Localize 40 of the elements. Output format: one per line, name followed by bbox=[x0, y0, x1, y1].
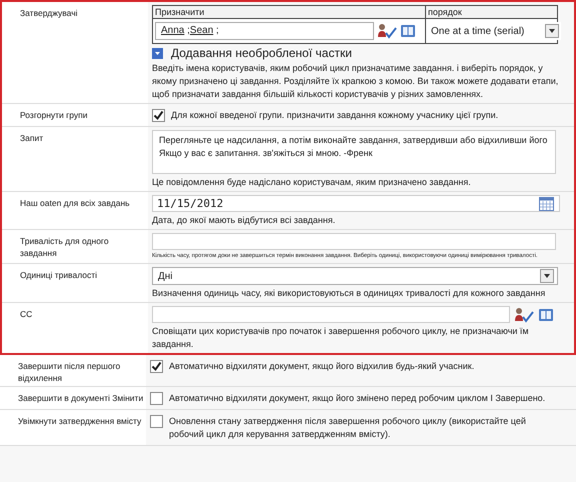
address-book-icon[interactable] bbox=[538, 308, 554, 322]
checkbox[interactable] bbox=[152, 109, 165, 122]
units-dropdown[interactable]: Дні bbox=[152, 267, 558, 285]
assignees-field[interactable]: Anna ;Sean ; bbox=[155, 22, 374, 40]
date-field[interactable]: 11/15/2012 bbox=[152, 195, 560, 212]
checkbox-label: Для кожної введеної групи. призначити завдання кожному учаснику цієї групи. bbox=[171, 109, 498, 122]
column-header: Призначити bbox=[153, 6, 426, 18]
check-names-icon[interactable] bbox=[377, 23, 397, 39]
field-label: Увімкнути затвердження вмісту bbox=[18, 416, 142, 426]
field-label: CC bbox=[20, 309, 32, 319]
field-label: Наш oaten для всіх завдань bbox=[20, 198, 130, 208]
calendar-icon[interactable] bbox=[539, 197, 554, 211]
field-description: Визначення одиниць часу, які використовуються в одиницях тривалості для кожного завдання bbox=[152, 287, 546, 300]
field-description: Це повідомлення буде надіслано користувачам, яким призначено завдання. bbox=[152, 176, 472, 189]
request-textarea[interactable]: Перегляньте це надсилання, а потім виконайте завдання, затвердивши або відхиливши його Якщо у вас є запитання. зв'яжіться зі мною. -Френк bbox=[152, 130, 556, 174]
expander-label[interactable]: Додавання необробленої частки bbox=[171, 46, 352, 60]
checkbox-label: Автоматично відхиляти документ, якщо його відхилив будь-який учасник. bbox=[169, 360, 474, 373]
field-description: Введіть імена користувачів, яким робочий цикл призначатиме завдання. і виберіть порядок, у якому призначено ці завдання. Розділяйте їх крапкою з комою. Ви також можете додавати етапи, щоб призначати завдання більшій кількості користувачів у різних замовленнях. bbox=[152, 62, 560, 101]
checkbox-label: Автоматично відхиляти документ, якщо його змінено перед робочим циклом І Завершено. bbox=[169, 392, 546, 405]
duration-field[interactable] bbox=[152, 233, 556, 250]
check-names-icon[interactable] bbox=[514, 306, 534, 322]
field-label: Завершити в документі Змінити bbox=[18, 393, 144, 403]
address-book-icon[interactable] bbox=[400, 24, 416, 38]
field-label: Одиниці тривалості bbox=[20, 270, 98, 280]
field-description: Дата, до якої мають відбутися всі завдання. bbox=[152, 214, 336, 227]
checkbox[interactable] bbox=[150, 392, 163, 405]
field-label: Тривалість для одного завдання bbox=[20, 236, 109, 258]
field-description: Сповіщати цих користувачів про початок і завершення робочого циклу, не призначаючи їм завдання. bbox=[152, 325, 530, 351]
caret-icon[interactable] bbox=[545, 24, 559, 38]
field-label: Завершити після першого відхилення bbox=[18, 361, 120, 383]
cc-field[interactable] bbox=[152, 306, 510, 323]
field-label: Затверджувачі bbox=[20, 8, 78, 18]
checkbox-label: Оновлення стану затвердження після завершення робочого циклу (використайте цей робочий цикл для керування затвердженням вмісту). bbox=[169, 415, 527, 441]
checkbox[interactable] bbox=[150, 360, 163, 373]
caret-icon[interactable] bbox=[540, 269, 554, 283]
field-label: Розгорнути групи bbox=[20, 110, 88, 120]
column-header: порядок bbox=[427, 6, 463, 18]
checkbox[interactable] bbox=[150, 415, 163, 428]
expand-icon[interactable] bbox=[152, 48, 163, 58]
field-label: Запит bbox=[20, 133, 44, 143]
